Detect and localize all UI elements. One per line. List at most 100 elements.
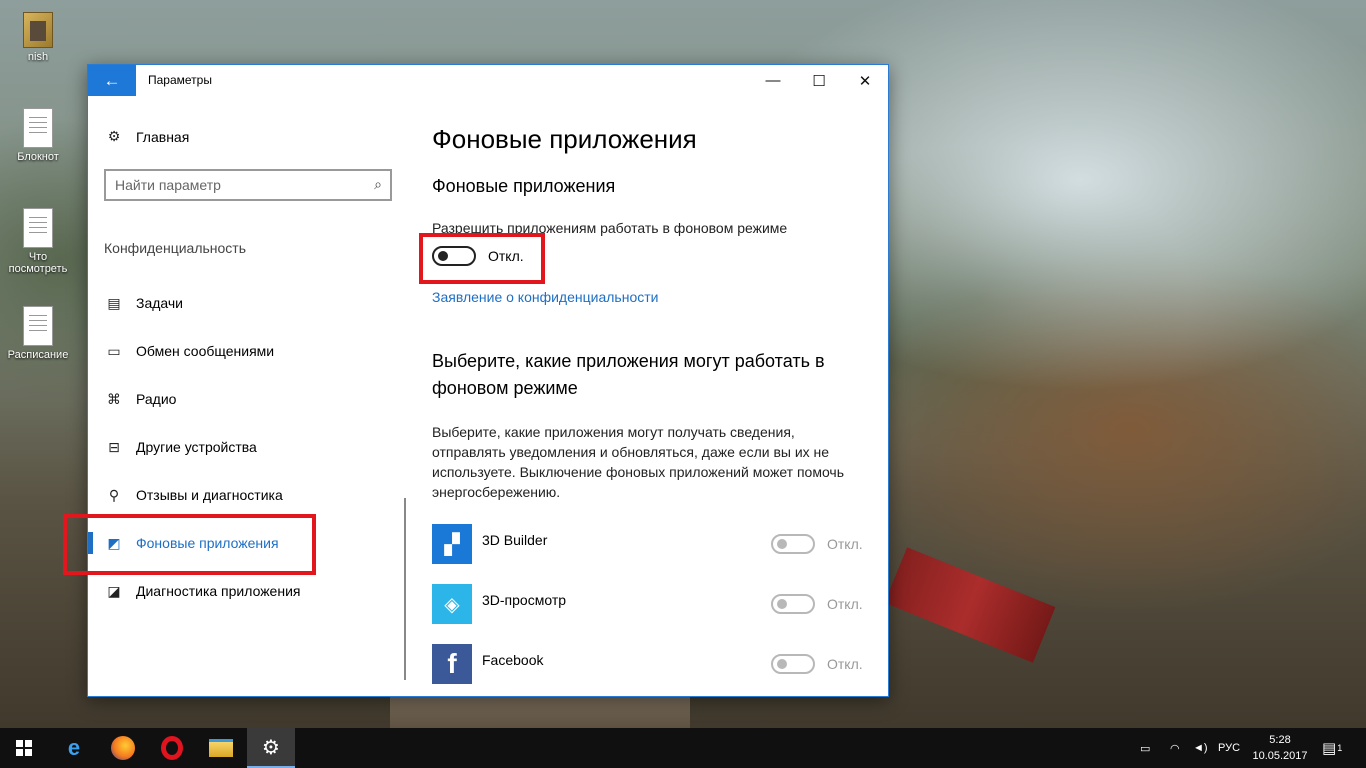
annotation-highlight-background-apps [63, 514, 316, 575]
app-toggle-state: Откл. [827, 656, 863, 672]
tasks-icon: ▤ [107, 294, 121, 311]
minimize-button[interactable]: — [750, 65, 796, 96]
desktop-icon-schedule[interactable]: Расписание [0, 306, 76, 361]
desktop-icon-to-watch[interactable]: Что посмотреть [0, 208, 76, 275]
privacy-statement-link[interactable]: Заявление о конфиденциальности [432, 289, 658, 305]
taskbar-edge[interactable]: e [50, 728, 98, 768]
feedback-icon: ⚲ [108, 486, 120, 503]
sidebar-item-label: Диагностика приложения [136, 583, 301, 599]
gear-icon: ⚙ [107, 128, 121, 144]
notification-icon: ▤ [1322, 740, 1337, 757]
devices-icon: ⊟ [108, 438, 120, 455]
section-title: Фоновые приложения [432, 176, 616, 196]
sidebar-item-label: Радио [136, 391, 177, 407]
sidebar-item-feedback[interactable]: ⚲ Отзывы и диагностика [88, 471, 406, 519]
taskbar-explorer[interactable] [197, 728, 245, 768]
message-icon: ▭ [107, 342, 121, 359]
tray-language[interactable]: РУС [1218, 728, 1240, 768]
sidebar-scrollbar[interactable] [404, 498, 406, 680]
app-diagnostics-icon: ◪ [107, 582, 121, 599]
arrow-left-icon: ← [103, 70, 121, 90]
desktop-icon-label: Блокнот [17, 151, 59, 163]
maximize-icon: ☐ [812, 72, 826, 90]
speaker-icon: ◄) [1193, 742, 1208, 754]
facebook-icon: f [432, 644, 472, 684]
close-icon: ✕ [858, 72, 872, 90]
wifi-icon: ◠ [1170, 742, 1180, 755]
sidebar-item-tasks[interactable]: ▤ Задачи [88, 279, 406, 327]
page-title: Фоновые приложения [432, 124, 697, 154]
taskbar: e ⚙ ▭ ◠ ◄) РУС 5:28 10.05.2017 ▤ 1 [0, 728, 1366, 768]
sidebar-item-radio[interactable]: ⌘ Радио [88, 375, 406, 423]
sidebar-item-label: Обмен сообщениями [136, 343, 275, 359]
sidebar-item-other-devices[interactable]: ⊟ Другие устройства [88, 423, 406, 471]
desktop-icon-label: Что посмотреть [8, 251, 68, 275]
file-explorer-icon [209, 739, 233, 757]
gear-icon: ⚙ [262, 736, 280, 759]
clock-date: 10.05.2017 [1252, 750, 1308, 762]
search-input[interactable] [106, 171, 346, 199]
title-bar[interactable]: ← Параметры — ☐ ✕ [88, 65, 888, 96]
start-button[interactable] [0, 728, 48, 768]
app-row-facebook: f Facebook Откл. [432, 644, 872, 704]
section-label-privacy: Конфиденциальность [104, 240, 247, 256]
action-center-button[interactable]: ▤ 1 [1322, 728, 1342, 768]
home-label: Главная [136, 128, 190, 145]
firefox-icon [111, 736, 135, 760]
desktop-icon-label: nish [27, 51, 49, 63]
annotation-highlight-toggle [419, 233, 545, 284]
choose-apps-description: Выберите, какие приложения могут получат… [432, 424, 845, 500]
minimize-icon: — [765, 72, 781, 89]
3d-builder-icon: ▞ [432, 524, 472, 564]
app-toggle[interactable] [771, 654, 815, 674]
app-name: 3D Builder [482, 532, 548, 548]
text-file-icon [23, 208, 53, 248]
toggle-knob [777, 599, 787, 609]
app-list: ▞ 3D Builder Откл. ◈ 3D-просмотр Откл. f… [432, 524, 872, 704]
3d-viewer-icon: ◈ [432, 584, 472, 624]
app-toggle[interactable] [771, 594, 815, 614]
taskbar-settings[interactable]: ⚙ [247, 728, 295, 768]
sidebar: ⚙ Главная ⌕ Конфиденциальность ▤ Задачи … [88, 96, 406, 696]
tray-network[interactable]: ◠ [1170, 728, 1180, 768]
app-toggle-state: Откл. [827, 596, 863, 612]
back-button[interactable]: ← [88, 65, 136, 96]
notification-count: 1 [1337, 743, 1343, 753]
app-name: Facebook [482, 652, 544, 668]
close-button[interactable]: ✕ [842, 65, 888, 96]
sidebar-item-label: Другие устройства [136, 439, 257, 455]
choose-apps-title: Выберите, какие приложения могут работат… [432, 351, 825, 398]
taskbar-firefox[interactable] [99, 728, 147, 768]
text-file-icon [23, 108, 53, 148]
sidebar-item-messaging[interactable]: ▭ Обмен сообщениями [88, 327, 406, 375]
tray-clock[interactable]: 5:28 10.05.2017 [1252, 732, 1308, 764]
sidebar-item-label: Задачи [136, 295, 184, 311]
app-row-3d-viewer: ◈ 3D-просмотр Откл. [432, 584, 872, 644]
radio-icon: ⌘ [107, 390, 121, 407]
windows-logo-icon [16, 740, 32, 756]
tray-battery[interactable]: ▭ [1140, 728, 1150, 768]
maximize-button[interactable]: ☐ [796, 65, 842, 96]
language-indicator: РУС [1218, 742, 1241, 754]
wallpaper-ribbon [884, 547, 1056, 663]
sidebar-item-label: Отзывы и диагностика [136, 487, 283, 503]
home-link[interactable]: ⚙ Главная [104, 128, 190, 145]
app-toggle[interactable] [771, 534, 815, 554]
app-toggle-state: Откл. [827, 536, 863, 552]
edge-icon: e [67, 735, 81, 760]
clock-time: 5:28 [1269, 734, 1291, 746]
tray-volume[interactable]: ◄) [1193, 728, 1208, 768]
toggle-knob [777, 539, 787, 549]
battery-icon: ▭ [1140, 742, 1151, 755]
desktop-icon-nish[interactable]: nish [0, 12, 76, 63]
taskbar-opera[interactable] [148, 728, 196, 768]
toggle-knob [777, 659, 787, 669]
folder-image-icon [23, 12, 53, 48]
desktop-icon-notepad[interactable]: Блокнот [0, 108, 76, 163]
text-file-icon [23, 306, 53, 346]
app-name: 3D-просмотр [482, 592, 567, 608]
app-row-3d-builder: ▞ 3D Builder Откл. [432, 524, 872, 584]
search-icon[interactable]: ⌕ [374, 176, 382, 193]
opera-icon [161, 736, 183, 760]
search-box[interactable]: ⌕ [104, 169, 392, 201]
